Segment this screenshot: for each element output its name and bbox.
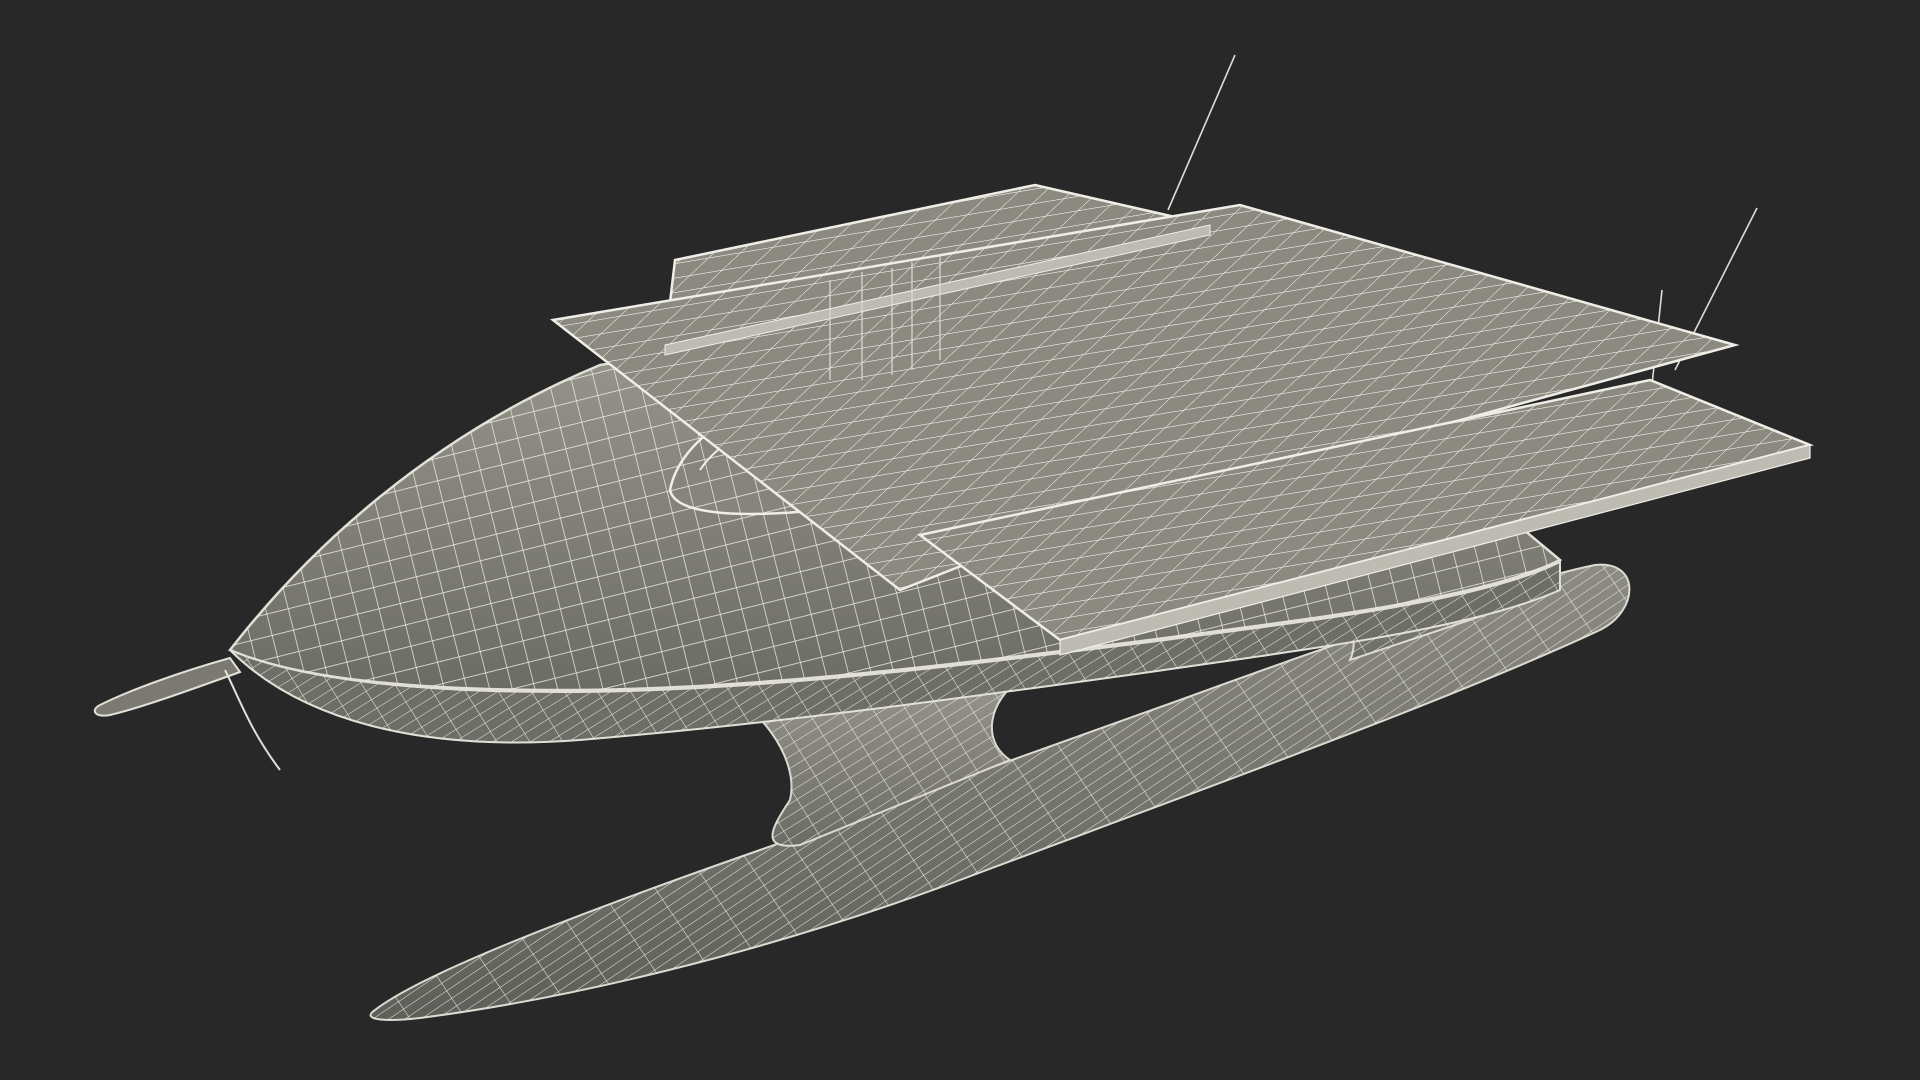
render-viewport [0, 0, 1920, 1080]
catamaran-wireframe-render [93, 54, 1814, 1021]
